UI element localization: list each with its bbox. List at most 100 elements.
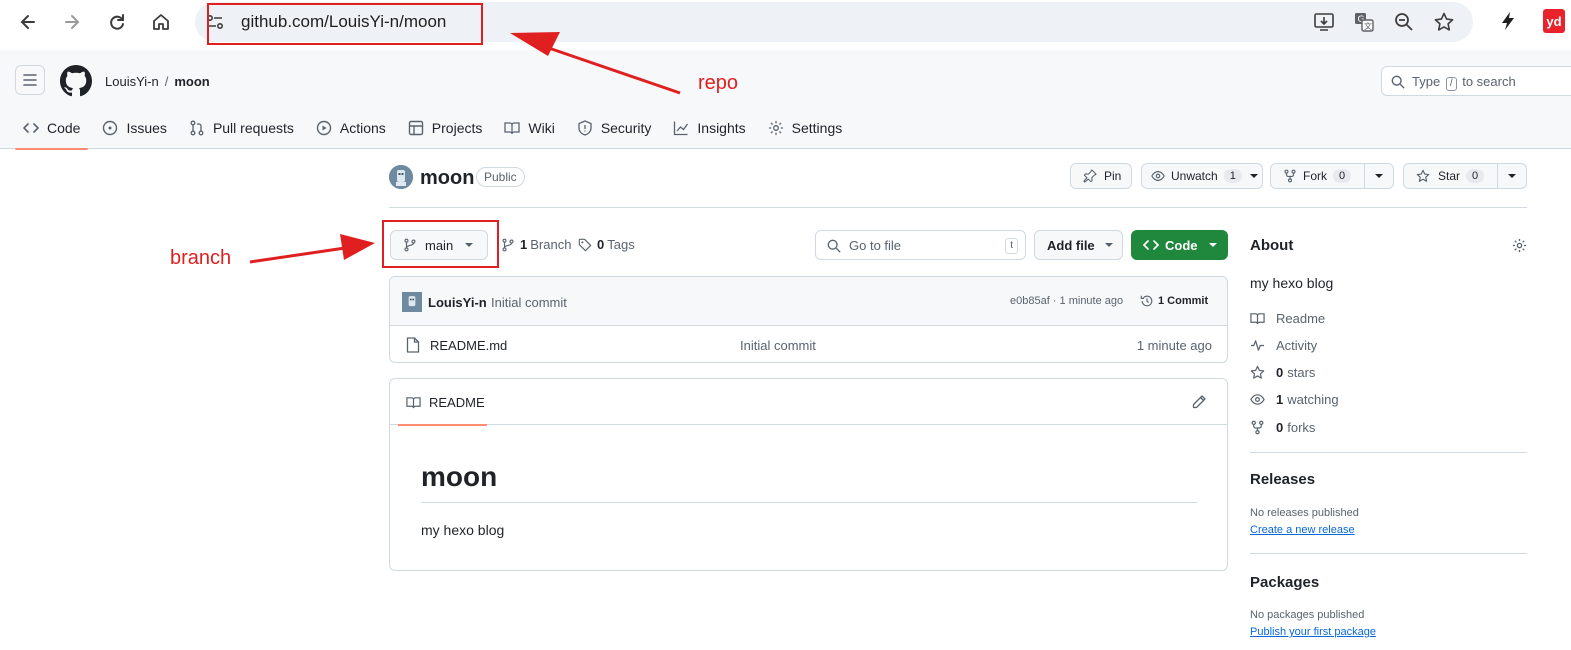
tab-issues[interactable]: Issues [94, 106, 174, 149]
book-icon [1250, 313, 1265, 325]
publish-package-link[interactable]: Publish your first package [1250, 626, 1376, 638]
add-file-button[interactable]: Add file [1034, 230, 1123, 260]
fork-dropdown-button[interactable] [1364, 163, 1394, 189]
tab-label: Actions [339, 119, 386, 136]
branches-link[interactable]: 1 Branch [501, 237, 571, 252]
about-heading: About [1250, 237, 1294, 254]
breadcrumb: LouisYi-n / moon [105, 74, 210, 89]
tab-label: Security [600, 119, 652, 136]
table-row[interactable]: README.md Initial commit 1 minute ago [390, 326, 1227, 362]
install-app-icon[interactable] [1313, 11, 1335, 33]
file-updated-time: 1 minute ago [1136, 338, 1212, 353]
star-dropdown-button[interactable] [1497, 163, 1527, 189]
github-logo-icon[interactable] [60, 65, 92, 97]
back-button[interactable] [13, 8, 43, 36]
pencil-icon[interactable] [1191, 394, 1207, 410]
pin-button[interactable]: Pin [1070, 163, 1132, 189]
pin-label: Pin [1104, 169, 1122, 183]
search-input[interactable]: Type / to search [1381, 66, 1571, 96]
avatar-image [402, 292, 422, 312]
search-icon [1391, 75, 1405, 89]
code-dropdown-button[interactable]: Code [1131, 230, 1228, 260]
go-to-file-placeholder: Go to file [849, 238, 902, 253]
star-button[interactable]: Star 0 [1403, 163, 1498, 189]
go-to-file-input[interactable]: Go to file t [815, 230, 1026, 260]
translate-icon[interactable]: G文 [1353, 11, 1375, 33]
eye-icon [1151, 171, 1165, 181]
issue-icon [103, 120, 118, 135]
tab-code[interactable]: Code [15, 106, 89, 150]
sidebar-item-label: Readme [1276, 311, 1326, 326]
sidebar-item-forks[interactable]: 0 forks [1250, 420, 1315, 435]
search-placeholder: Type / to search [1412, 74, 1516, 91]
branch-count: 1 [520, 237, 528, 252]
stars-count: 0 [1276, 365, 1284, 380]
sidebar-item-stars[interactable]: 0 stars [1250, 365, 1315, 380]
create-release-link[interactable]: Create a new release [1250, 524, 1355, 536]
sidebar-item-watching[interactable]: 1 watching [1250, 392, 1339, 407]
file-commit-message[interactable]: Initial commit [740, 338, 816, 353]
tab-projects[interactable]: Projects [400, 106, 491, 149]
bookmark-star-icon[interactable] [1433, 11, 1455, 33]
commit-hash-time[interactable]: e0b85af · 1 minute ago [1010, 295, 1123, 307]
tab-insights[interactable]: Insights [665, 106, 753, 149]
tab-pull-requests[interactable]: Pull requests [181, 106, 302, 149]
gear-icon[interactable] [1512, 238, 1527, 253]
svg-text:文: 文 [1364, 21, 1372, 31]
breadcrumb-owner[interactable]: LouisYi-n [105, 74, 159, 89]
tab-security[interactable]: Security [569, 106, 660, 149]
commit-author[interactable]: LouisYi-n [428, 295, 487, 310]
commit-message[interactable]: Initial commit [491, 295, 567, 310]
sidebar-item-label: stars [1287, 365, 1316, 380]
repo-title[interactable]: moon [420, 167, 474, 190]
youdao-extension-icon[interactable]: yd [1543, 9, 1565, 33]
tab-settings[interactable]: Settings [760, 106, 851, 149]
home-button[interactable] [146, 8, 176, 36]
tab-actions[interactable]: Actions [308, 106, 394, 149]
lightning-extension-icon[interactable] [1497, 10, 1519, 32]
menu-button[interactable] [15, 65, 45, 95]
repo-owner-avatar[interactable] [389, 165, 413, 189]
add-file-label: Add file [1047, 237, 1095, 253]
tab-label: Insights [697, 119, 746, 136]
reload-icon [110, 14, 124, 30]
tab-wiki[interactable]: Wiki [496, 106, 562, 149]
pull-request-icon [190, 120, 204, 135]
star-icon [1416, 169, 1430, 182]
sidebar-item-readme[interactable]: Readme [1250, 311, 1325, 326]
latest-commit-row: LouisYi-n Initial commit e0b85af · 1 min… [390, 277, 1227, 326]
tab-readme[interactable]: README [398, 379, 487, 426]
commit-author-avatar[interactable] [402, 292, 422, 312]
reload-button[interactable] [102, 8, 132, 36]
sidebar-item-label: Activity [1276, 338, 1318, 353]
branch-icon [502, 238, 514, 251]
github-header: LouisYi-n / moon Type / to search Code Iss… [0, 50, 1571, 150]
readme-header: README [390, 379, 1227, 426]
chevron-down-icon [1508, 174, 1516, 178]
play-icon [316, 120, 332, 135]
fork-button[interactable]: Fork 0 [1270, 163, 1365, 189]
repo-url-highlight-box [207, 3, 483, 45]
file-browser: LouisYi-n Initial commit e0b85af · 1 min… [389, 276, 1228, 363]
forward-button[interactable] [57, 8, 87, 36]
watching-count: 1 [1276, 392, 1284, 407]
releases-note: No releases published [1250, 507, 1359, 519]
tag-icon [578, 238, 592, 251]
file-name[interactable]: README.md [430, 338, 507, 353]
zoom-icon[interactable] [1393, 11, 1415, 33]
releases-heading[interactable]: Releases [1250, 471, 1315, 488]
tags-link[interactable]: 0 Tags [578, 237, 635, 252]
forks-count: 0 [1276, 420, 1284, 435]
packages-heading[interactable]: Packages [1250, 574, 1319, 591]
title-divider [389, 207, 1527, 208]
star-icon [1250, 365, 1265, 379]
fork-icon [1251, 420, 1264, 435]
readme-heading-rule [421, 502, 1197, 503]
eye-icon [1250, 394, 1265, 405]
commit-history-link[interactable]: 1 Commit [1140, 294, 1208, 308]
unwatch-button[interactable]: Unwatch 1 [1141, 163, 1263, 189]
tag-label: Tags [607, 237, 635, 252]
breadcrumb-repo[interactable]: moon [174, 74, 209, 89]
sidebar-item-activity[interactable]: Activity [1250, 338, 1317, 353]
chevron-down-icon [1249, 174, 1258, 178]
